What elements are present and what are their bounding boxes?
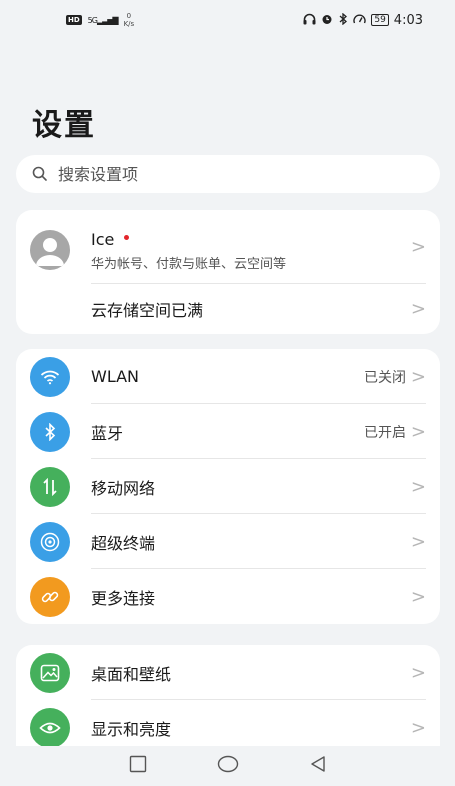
notification-dot [124,235,130,240]
wlan-status: 已关闭 [364,369,406,386]
chevron-right-icon: > [410,717,426,738]
clock: 4:03 [393,12,423,28]
chevron-right-icon: > [410,298,426,320]
settings-item-wlan[interactable]: WLAN 已关闭 > [16,349,440,404]
status-left: HD 5G▂▃▅▇ 0 K/s [66,12,134,28]
chevron-right-icon: > [410,662,426,683]
super-device-icon [30,521,70,562]
battery-icon: 59 [371,14,389,26]
search-input[interactable] [58,164,388,184]
account-card: Ice 华为帐号、付款与账单、云空间等 > 云存储空间已满 > [16,210,440,334]
account-name-wrap: Ice [91,230,130,249]
navigation-bar [0,746,455,786]
bluetooth-icon [30,411,70,452]
chevron-right-icon: > [410,366,426,387]
mobile-data-icon [30,466,70,507]
chevron-right-icon: > [410,586,426,607]
wallpaper-icon [30,652,70,693]
page-title: 设置 [32,108,96,143]
net-speed-value: 0 [126,12,132,20]
square-icon [129,755,146,773]
net-speed: 0 K/s [124,12,135,28]
chevron-right-icon: > [410,236,426,258]
settings-item-super-device[interactable]: 超级终端 > [16,514,440,569]
avatar [30,230,70,270]
settings-item-bluetooth[interactable]: 蓝牙 已开启 > [16,404,440,459]
status-bar: HD 5G▂▃▅▇ 0 K/s 59 4:03 [0,0,455,40]
hd-badge: HD [66,15,82,25]
alarm-icon [321,13,333,28]
recents-button[interactable] [129,755,147,777]
link-icon [30,576,70,617]
circle-icon [217,755,238,773]
wlan-label: WLAN [91,367,140,386]
account-row[interactable]: Ice 华为帐号、付款与账单、云空间等 > [16,210,440,284]
eye-icon [30,707,70,746]
back-button[interactable] [309,755,327,777]
net-speed-unit: K/s [123,20,135,28]
cloud-storage-row[interactable]: 云存储空间已满 > [16,284,440,334]
settings-item-display-brightness[interactable]: 显示和亮度 > [16,700,440,746]
more-connections-label: 更多连接 [91,588,156,608]
mobile-network-label: 移动网络 [91,478,156,498]
network-type: 5G [87,15,98,25]
connectivity-card: WLAN 已关闭 > 蓝牙 已开启 > 移动网络 > 超级终端 > 更多连接 > [16,349,440,624]
cloud-storage-label: 云存储空间已满 [91,301,204,320]
chevron-right-icon: > [410,476,426,497]
settings-item-more-connections[interactable]: 更多连接 > [16,569,440,624]
back-triangle-icon [310,756,325,772]
search-bar[interactable] [16,155,440,193]
bluetooth-status-icon [338,12,348,28]
bluetooth-label: 蓝牙 [91,423,124,443]
signal-icon: 5G▂▃▅▇ [87,15,119,25]
account-subtitle: 华为帐号、付款与账单、云空间等 [91,257,287,272]
headphones-icon [303,13,316,28]
display-card: 桌面和壁纸 > 显示和亮度 > [16,645,440,746]
account-name: Ice [91,230,115,249]
status-right: 59 4:03 [303,12,423,28]
chevron-right-icon: > [410,531,426,552]
speed-icon [353,13,367,28]
bluetooth-status: 已开启 [364,424,406,441]
chevron-right-icon: > [410,421,426,442]
search-icon [32,166,47,181]
wallpaper-label: 桌面和壁纸 [91,664,172,684]
settings-item-mobile-network[interactable]: 移动网络 > [16,459,440,514]
settings-item-wallpaper[interactable]: 桌面和壁纸 > [16,645,440,700]
home-button[interactable] [217,755,239,777]
wifi-icon [30,356,70,397]
display-brightness-label: 显示和亮度 [91,719,172,739]
super-device-label: 超级终端 [91,533,156,553]
